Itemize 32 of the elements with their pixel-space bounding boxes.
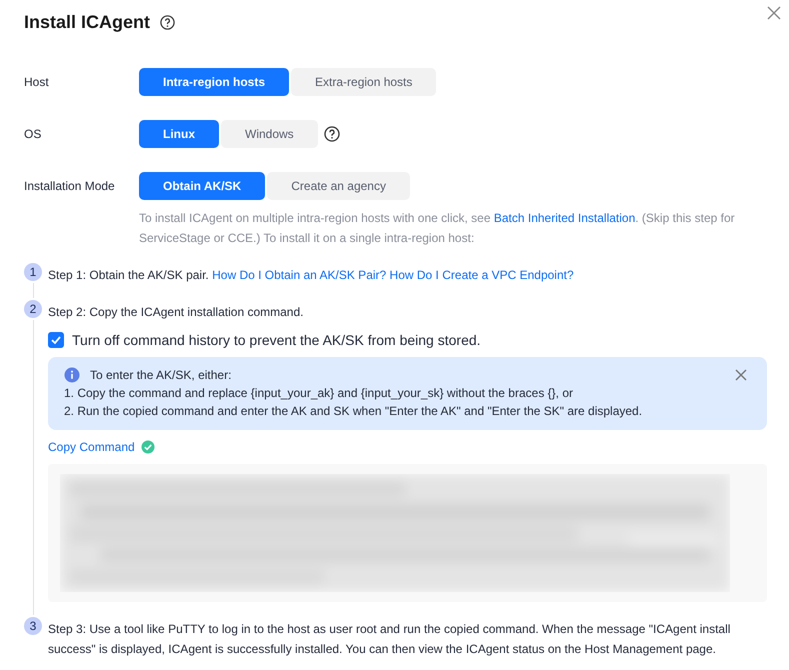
- step-number: 3: [24, 617, 42, 635]
- field-label: Installation Mode: [24, 179, 116, 193]
- step-text: Step 3: Use a tool like PuTTY to log in to the host as user root and run the copied command. When the message "ICAgent install success" is displayed, ICAgent is successfully installed. You can then view the ICAgent status on the Host Management page.: [48, 621, 732, 658]
- info-icon: [64, 367, 80, 383]
- close-icon[interactable]: [735, 369, 747, 381]
- step-text: Step 2: Copy the ICAgent installation command.: [48, 304, 304, 321]
- help-icon[interactable]: [160, 14, 176, 30]
- alert-text: 2. Run the copied command and enter the AK and SK when "Enter the AK" and "Enter the SK" are displayed.: [64, 403, 644, 420]
- description-text: To install ICAgent on multiple intra-region hosts with one click, see Batch Inherited Installation. (Skip this step for ServiceStage or CCE.) To install it on a single intra-region host:: [139, 210, 736, 247]
- step-text: Step 1: Obtain the AK/SK pair. How Do I Obtain an AK/SK Pair? How Do I Create a VPC Endpoint?: [48, 267, 575, 284]
- option-button[interactable]: Windows: [221, 120, 318, 148]
- close-icon[interactable]: [767, 6, 781, 20]
- option-button[interactable]: Extra-region hosts: [291, 68, 436, 96]
- help-icon[interactable]: [324, 126, 340, 142]
- option-button[interactable]: Intra-region hosts: [139, 68, 290, 96]
- help-link[interactable]: How Do I Create a VPC Endpoint?: [390, 268, 574, 282]
- field-label: OS: [24, 127, 42, 141]
- help-link[interactable]: How Do I Obtain an AK/SK Pair?: [212, 268, 386, 282]
- batch-installation-link[interactable]: Batch Inherited Installation: [494, 211, 636, 225]
- alert-title: To enter the AK/SK, either:: [90, 367, 232, 384]
- checkbox[interactable]: [48, 332, 64, 348]
- option-button[interactable]: Linux: [139, 120, 219, 148]
- copy-command-link[interactable]: Copy Command: [48, 440, 135, 454]
- checkmark-icon: [50, 334, 62, 346]
- option-button[interactable]: Create an agency: [267, 172, 410, 200]
- option-button[interactable]: Obtain AK/SK: [139, 172, 266, 200]
- step-number: 1: [24, 263, 42, 281]
- field-label: Host: [24, 75, 50, 89]
- dialog-title: Install ICAgent: [24, 12, 150, 32]
- checkbox-label: Turn off command history to prevent the AK/SK from being stored.: [72, 332, 481, 348]
- step-number: 2: [24, 300, 42, 318]
- alert-text: 1. Copy the command and replace {input_your_ak} and {input_your_sk} without the braces {}, or: [64, 385, 574, 402]
